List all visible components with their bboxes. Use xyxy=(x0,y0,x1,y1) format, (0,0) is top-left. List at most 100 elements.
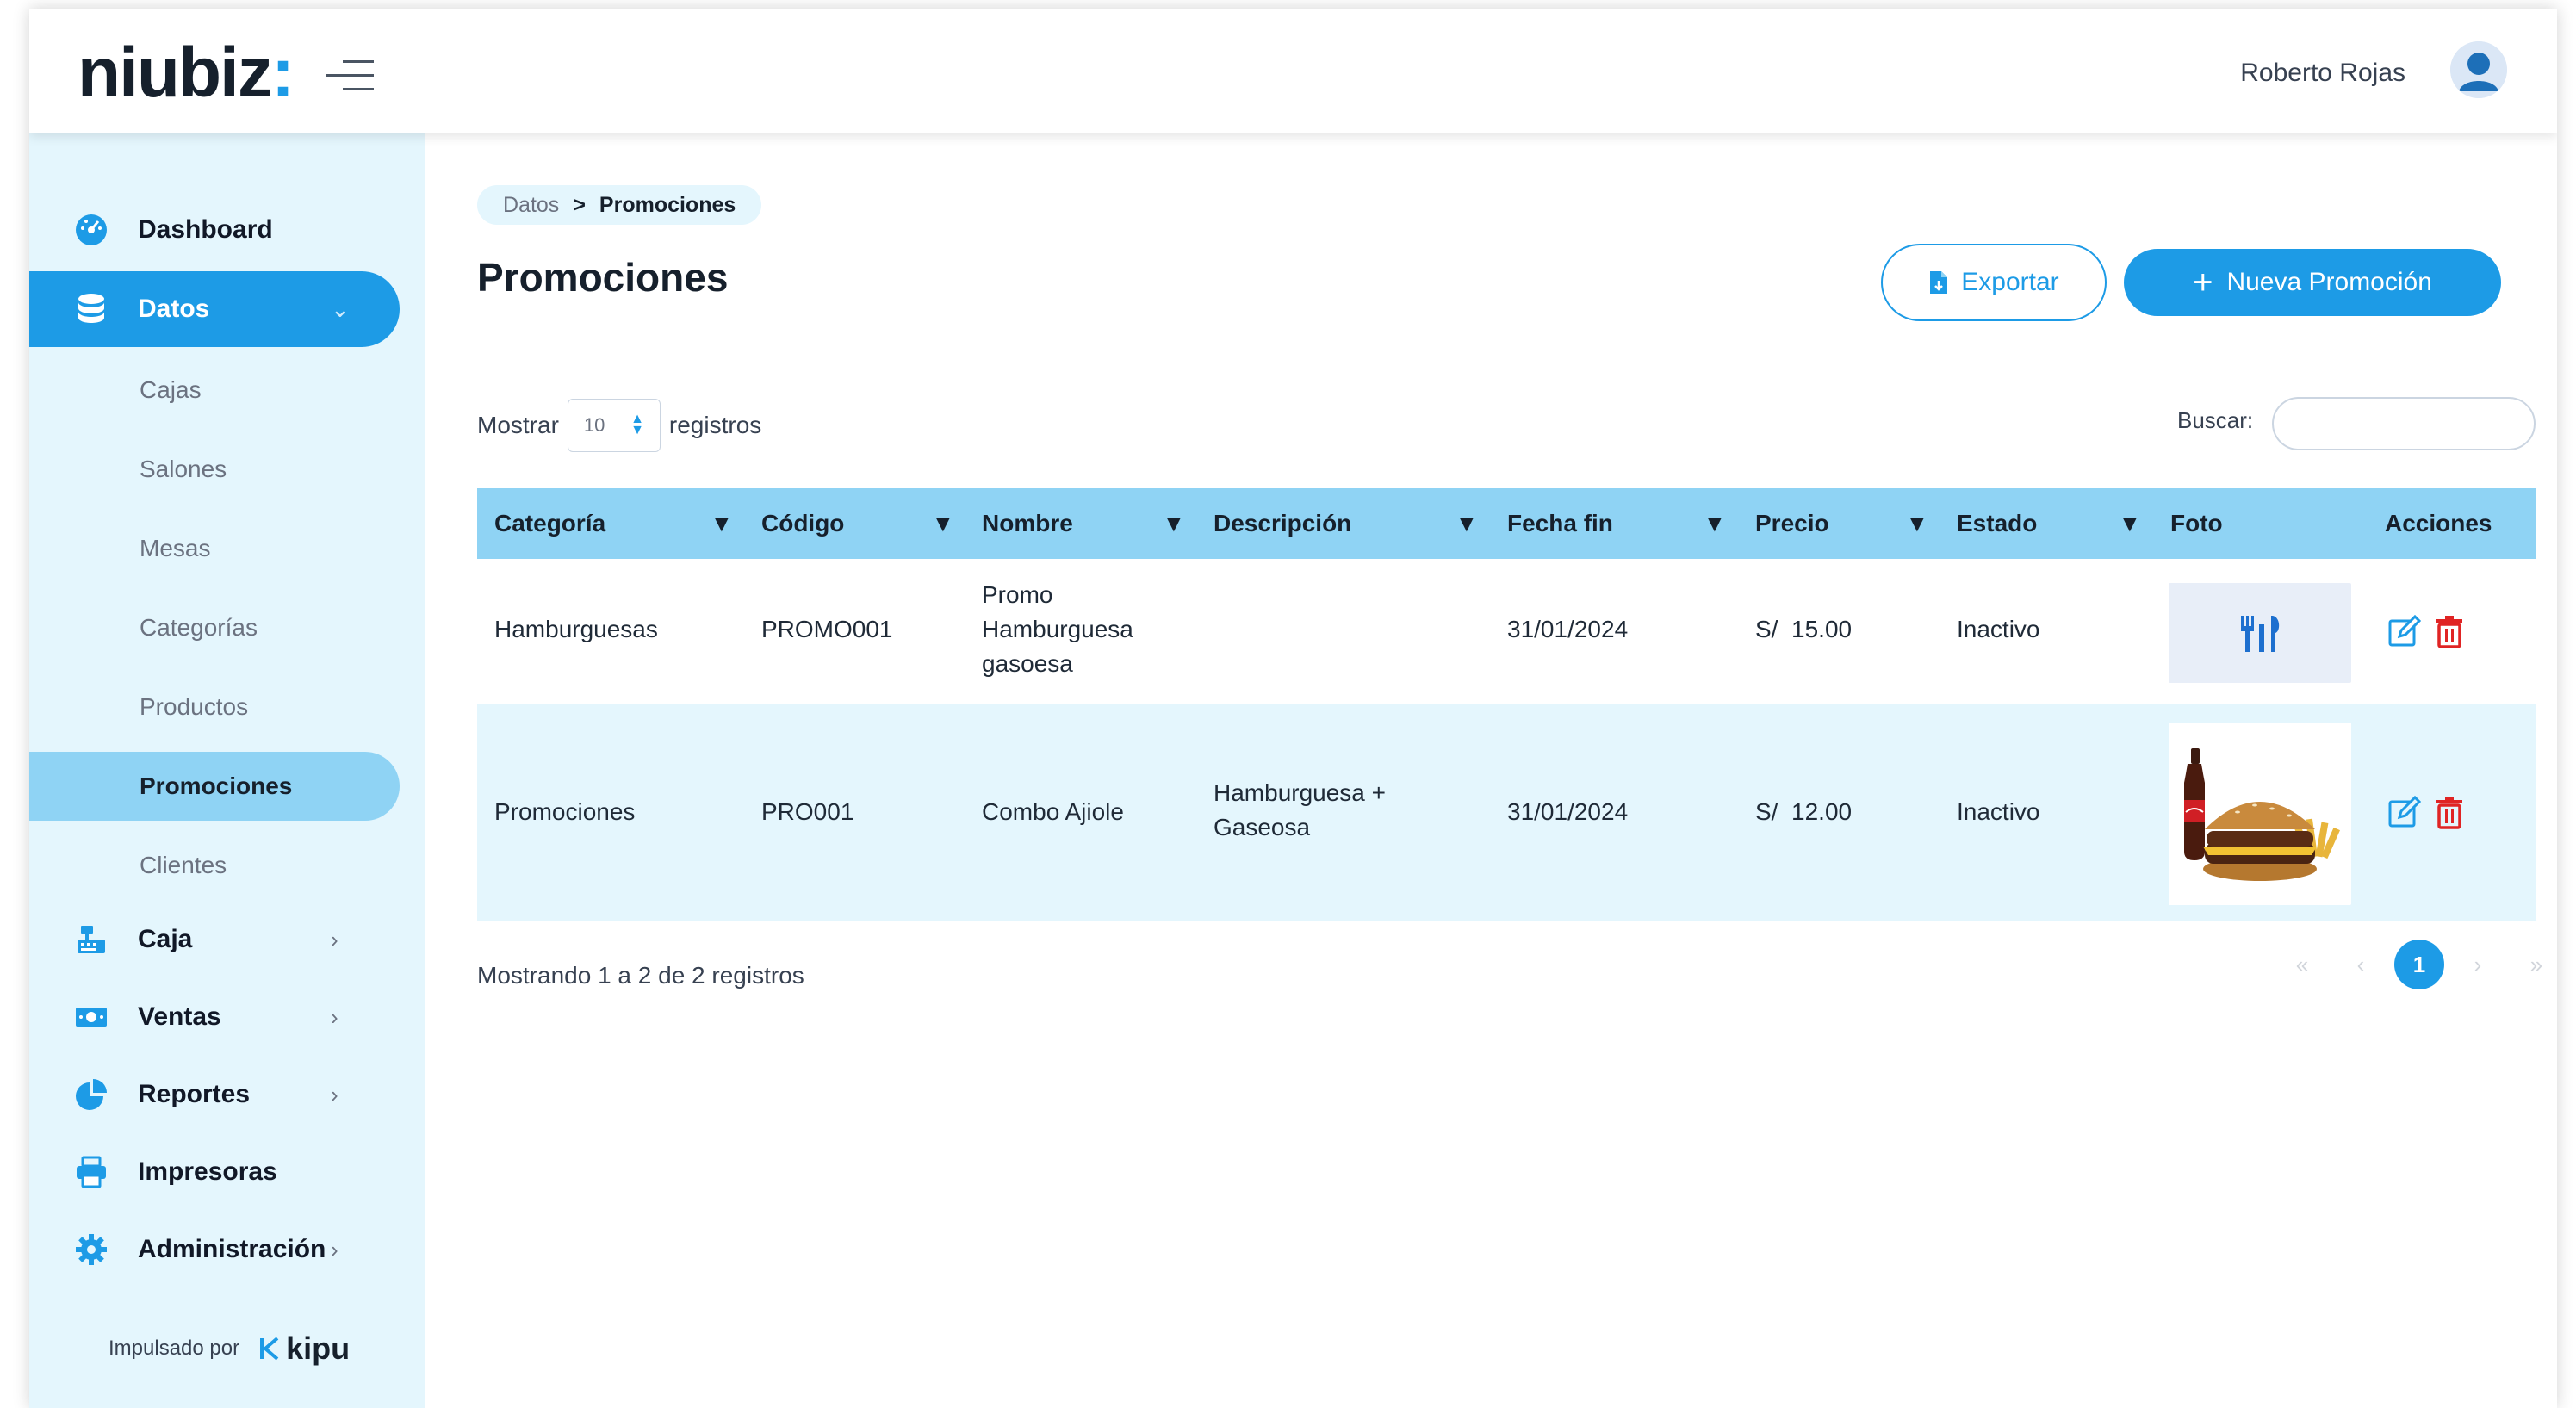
next-page-button[interactable]: › xyxy=(2453,940,2503,989)
sort-icon[interactable]: ▼ xyxy=(1455,488,1479,559)
column-header-codigo[interactable]: Código xyxy=(761,488,844,559)
table-row[interactable]: Hamburguesas PROMO001 Promo Hamburguesa … xyxy=(477,559,2536,704)
column-header-descripcion[interactable]: Descripción xyxy=(1214,488,1351,559)
product-photo[interactable] xyxy=(2169,583,2351,683)
column-header-categoria[interactable]: Categoría xyxy=(494,488,605,559)
plus-icon: + xyxy=(2193,264,2213,301)
cell-estado: Inactivo xyxy=(1957,798,2040,825)
subitem-label: Productos xyxy=(140,693,249,720)
hamburger-menu-icon[interactable] xyxy=(326,60,374,91)
cell-nombre: Combo Ajiole xyxy=(982,798,1124,825)
show-label: Mostrar xyxy=(477,412,559,438)
cell-precio: S/ 15.00 xyxy=(1755,616,1853,642)
sidebar-item-reportes[interactable]: Reportes › xyxy=(29,1057,400,1132)
trash-icon[interactable] xyxy=(2432,795,2467,829)
main-content: Datos > Promociones Promociones Exportar… xyxy=(425,133,2557,1408)
sidebar-subitem-mesas[interactable]: Mesas xyxy=(29,514,400,583)
subitem-label: Mesas xyxy=(140,535,211,561)
records-label: registros xyxy=(668,412,762,438)
sort-icon[interactable]: ▼ xyxy=(931,488,955,559)
cash-register-icon xyxy=(78,926,105,953)
column-header-estado[interactable]: Estado xyxy=(1957,488,2037,559)
table-row[interactable]: Promociones PRO001 Combo Ajiole Hamburgu… xyxy=(477,704,2536,921)
subitem-label: Categorías xyxy=(140,614,258,641)
sidebar: Dashboard Datos ⌄ Cajas Salones Mesas Ca… xyxy=(29,133,425,1408)
column-header-acciones: Acciones xyxy=(2385,510,2492,537)
sidebar-item-administracion[interactable]: Administración › xyxy=(29,1212,400,1287)
new-promotion-button[interactable]: + Nueva Promoción xyxy=(2124,249,2501,316)
app-frame: niubiz: Roberto Rojas Dashboard Datos ⌄ … xyxy=(29,9,2557,1408)
kipu-mark-icon xyxy=(260,1337,279,1361)
gear-icon xyxy=(76,1234,107,1265)
sidebar-item-label: Dashboard xyxy=(138,215,273,244)
cell-categoria: Promociones xyxy=(494,798,636,825)
dashboard-gauge-icon xyxy=(76,214,107,245)
prev-page-button[interactable]: ‹ xyxy=(2336,940,2386,989)
breadcrumb-parent[interactable]: Datos xyxy=(503,193,559,218)
sidebar-subitem-promociones[interactable]: Promociones xyxy=(29,752,400,821)
sidebar-subitem-clientes[interactable]: Clientes xyxy=(29,831,400,900)
cell-codigo: PROMO001 xyxy=(761,616,893,642)
breadcrumb-separator: > xyxy=(573,192,586,217)
search-input[interactable] xyxy=(2272,397,2536,450)
export-label: Exportar xyxy=(1961,268,2059,296)
subitem-label: Cajas xyxy=(140,376,202,403)
export-button[interactable]: Exportar xyxy=(1881,244,2107,321)
sidebar-item-ventas[interactable]: Ventas › xyxy=(29,979,400,1055)
product-photo[interactable] xyxy=(2169,723,2351,905)
promotions-table: Categoría ▼ Código ▼ Nombre ▼ Descripció… xyxy=(477,488,2536,921)
sidebar-subitem-cajas[interactable]: Cajas xyxy=(29,356,400,425)
sidebar-item-label: Datos xyxy=(138,295,210,323)
sidebar-item-impresoras[interactable]: Impresoras xyxy=(29,1134,400,1210)
sidebar-item-label: Administración xyxy=(138,1235,326,1263)
subitem-label: Clientes xyxy=(140,852,227,878)
cell-fecha-fin: 31/01/2024 xyxy=(1507,798,1629,825)
user-name[interactable]: Roberto Rojas xyxy=(2240,59,2405,88)
sidebar-item-datos[interactable]: Datos ⌄ xyxy=(29,271,400,347)
edit-icon[interactable] xyxy=(2387,795,2422,829)
column-header-foto: Foto xyxy=(2170,510,2223,537)
utensils-placeholder-icon xyxy=(2241,616,2280,652)
breadcrumb-current: Promociones xyxy=(599,192,736,217)
trash-icon[interactable] xyxy=(2432,614,2467,648)
printer-icon xyxy=(77,1156,106,1188)
sort-icon[interactable]: ▼ xyxy=(1905,488,1929,559)
sidebar-item-dashboard[interactable]: Dashboard xyxy=(29,192,400,268)
sort-icon[interactable]: ▼ xyxy=(1162,488,1186,559)
sidebar-item-label: Reportes xyxy=(138,1080,251,1108)
table-header: Categoría ▼ Código ▼ Nombre ▼ Descripció… xyxy=(477,488,2536,559)
column-header-precio[interactable]: Precio xyxy=(1755,488,1829,559)
chevron-right-icon: › xyxy=(331,926,338,952)
burger-soda-fries-photo xyxy=(2169,723,2351,905)
column-header-fecha-fin[interactable]: Fecha fin xyxy=(1507,488,1613,559)
user-avatar-icon[interactable] xyxy=(2450,41,2507,98)
pagination: « ‹ 1 › » xyxy=(2277,940,2557,989)
new-promotion-label: Nueva Promoción xyxy=(2226,268,2432,296)
sidebar-subitem-salones[interactable]: Salones xyxy=(29,435,400,504)
sort-icon[interactable]: ▼ xyxy=(2118,488,2142,559)
sidebar-item-label: Ventas xyxy=(138,1002,221,1031)
last-page-button[interactable]: » xyxy=(2511,940,2557,989)
powered-by-text: Impulsado por xyxy=(109,1337,240,1360)
column-header-nombre[interactable]: Nombre xyxy=(982,488,1073,559)
page-size-select[interactable]: 10 ▲ ▼ xyxy=(567,399,661,452)
cell-fecha-fin: 31/01/2024 xyxy=(1507,616,1629,642)
sidebar-item-caja[interactable]: Caja › xyxy=(29,902,400,977)
subitem-label: Promociones xyxy=(140,772,293,799)
breadcrumb: Datos > Promociones xyxy=(477,185,762,225)
edit-icon[interactable] xyxy=(2387,614,2422,648)
sort-icon[interactable]: ▼ xyxy=(710,488,734,559)
cell-precio: S/ 12.00 xyxy=(1755,798,1853,825)
page-button-1[interactable]: 1 xyxy=(2394,940,2444,989)
niubiz-logo[interactable]: niubiz: xyxy=(78,38,295,109)
money-bill-icon xyxy=(76,1008,107,1027)
kipu-logo[interactable]: kipu xyxy=(258,1330,350,1367)
page-size-value: 10 xyxy=(583,414,605,436)
sidebar-subitem-categorias[interactable]: Categorías xyxy=(29,593,400,662)
powered-by: Impulsado por kipu xyxy=(109,1330,350,1367)
sidebar-subitem-productos[interactable]: Productos xyxy=(29,673,400,741)
top-header: niubiz: Roberto Rojas xyxy=(29,9,2557,133)
chevron-right-icon: › xyxy=(331,1236,338,1262)
sort-icon[interactable]: ▼ xyxy=(1703,488,1727,559)
first-page-button[interactable]: « xyxy=(2277,940,2327,989)
